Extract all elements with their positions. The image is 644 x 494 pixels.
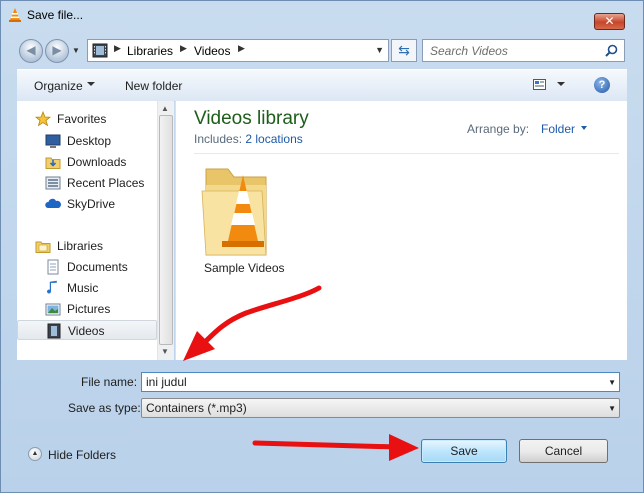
folder-label: Sample Videos — [204, 261, 285, 275]
nav-group-favorites[interactable]: Favorites — [17, 109, 157, 129]
sidebar-item-label: Desktop — [67, 134, 112, 148]
view-options-chevron-icon[interactable] — [557, 82, 565, 86]
arrow-left-icon: ◀ — [26, 43, 36, 57]
refresh-button[interactable]: ⇆ — [391, 39, 417, 62]
chevron-up-icon: ▲ — [28, 447, 42, 461]
sidebar-item-label: SkyDrive — [67, 197, 116, 211]
save-as-type-label: Save as type: — [68, 401, 141, 415]
breadcrumb-videos[interactable]: Videos — [194, 44, 230, 58]
content-pane: Videos library Includes: 2 locations Arr… — [175, 101, 627, 360]
recent-places-icon — [45, 176, 61, 190]
file-name-value: ini judul — [146, 375, 187, 389]
new-folder-button[interactable]: New folder — [125, 79, 182, 93]
file-name-label: File name: — [81, 375, 138, 389]
navigation-pane: Favorites Desktop Downloads Recent Place… — [17, 101, 172, 360]
library-title: Videos library — [194, 108, 309, 129]
scroll-up-icon[interactable]: ▲ — [161, 104, 169, 113]
chevron-down-icon[interactable] — [87, 82, 95, 86]
change-view-icon[interactable] — [533, 79, 546, 90]
divider — [194, 153, 619, 154]
search-icon[interactable] — [605, 44, 618, 57]
command-bar: Organize New folder ? — [17, 69, 627, 102]
sidebar-item-music[interactable]: Music — [17, 278, 157, 298]
nav-pane-scrollbar[interactable]: ▲ ▼ — [157, 101, 174, 360]
sidebar-item-label: Recent Places — [67, 176, 145, 190]
title-bar: Save file... ✕ — [1, 1, 643, 30]
sidebar-item-label: Pictures — [67, 302, 111, 316]
sidebar-item-label: Music — [67, 281, 99, 295]
library-includes: Includes: 2 locations — [194, 132, 303, 146]
arrow-right-icon: ▶ — [52, 43, 62, 57]
scrollbar-thumb[interactable] — [159, 115, 173, 345]
downloads-folder-icon — [45, 157, 61, 169]
address-bar[interactable]: ▶ Libraries ▶ Videos ▶ ▼ — [87, 39, 389, 62]
folder-item-sample-videos[interactable]: Sample Videos — [196, 161, 286, 281]
organize-button[interactable]: Organize — [34, 79, 83, 93]
breadcrumb-separator-icon[interactable]: ▶ — [114, 43, 121, 54]
sidebar-item-label: Downloads — [67, 155, 127, 169]
cancel-button[interactable]: Cancel — [519, 439, 608, 463]
save-as-type-select[interactable]: Containers (*.mp3) ▼ — [141, 398, 620, 418]
hide-folders-label: Hide Folders — [48, 448, 117, 462]
music-note-icon — [47, 280, 57, 294]
chevron-down-icon[interactable] — [581, 126, 587, 130]
search-input[interactable]: Search Videos — [422, 39, 625, 62]
back-button[interactable]: ◀ — [19, 39, 43, 63]
forward-button[interactable]: ▶ — [45, 39, 69, 63]
scroll-down-icon[interactable]: ▼ — [161, 347, 169, 356]
nav-group-label: Favorites — [57, 112, 107, 126]
chevron-down-icon[interactable]: ▼ — [608, 378, 616, 387]
address-dropdown-icon[interactable]: ▼ — [375, 45, 384, 55]
star-icon — [35, 111, 51, 127]
arrange-by-label: Arrange by: — [467, 122, 530, 136]
sidebar-item-documents[interactable]: Documents — [17, 257, 157, 277]
vlc-folder-icon — [201, 168, 267, 256]
sidebar-item-label: Videos — [68, 324, 105, 338]
help-icon[interactable]: ? — [594, 77, 610, 93]
sidebar-item-videos[interactable]: Videos — [17, 320, 157, 340]
close-button[interactable]: ✕ — [594, 13, 625, 30]
chevron-down-icon[interactable]: ▼ — [608, 404, 616, 413]
window-title: Save file... — [27, 8, 84, 22]
sidebar-item-label: Documents — [67, 260, 128, 274]
sidebar-item-skydrive[interactable]: SkyDrive — [17, 194, 157, 214]
nav-group-libraries[interactable]: Libraries — [17, 236, 157, 256]
sidebar-item-desktop[interactable]: Desktop — [17, 131, 157, 151]
includes-label: Includes: — [194, 132, 243, 146]
vlc-icon — [9, 8, 21, 22]
video-library-icon — [92, 43, 108, 58]
locations-link[interactable]: 2 locations — [245, 132, 302, 146]
nav-group-label: Libraries — [57, 239, 104, 253]
file-name-input[interactable]: ini judul ▼ — [141, 372, 620, 392]
refresh-icon: ⇆ — [398, 42, 410, 58]
sidebar-item-downloads[interactable]: Downloads — [17, 152, 157, 172]
recent-locations-dropdown[interactable]: ▼ — [72, 46, 80, 55]
pictures-icon — [45, 303, 61, 316]
documents-icon — [47, 259, 59, 275]
breadcrumb-separator-icon[interactable]: ▶ — [180, 43, 187, 54]
close-icon: ✕ — [604, 14, 615, 28]
desktop-icon — [45, 134, 61, 148]
cloud-icon — [45, 198, 61, 208]
save-file-dialog: Save file... ✕ ◀ ▶ ▼ ▶ Libraries ▶ Video… — [0, 0, 644, 493]
libraries-icon — [35, 241, 51, 253]
breadcrumb-separator-icon[interactable]: ▶ — [238, 43, 245, 54]
breadcrumb-libraries[interactable]: Libraries — [127, 44, 173, 58]
annotation-arrow-save — [252, 440, 400, 450]
sidebar-item-recent-places[interactable]: Recent Places — [17, 173, 157, 193]
arrange-by-dropdown[interactable]: Folder — [541, 122, 575, 136]
video-icon — [47, 323, 61, 339]
save-button[interactable]: Save — [421, 439, 507, 463]
arrow-head-icon — [389, 434, 419, 461]
save-as-type-value: Containers (*.mp3) — [146, 401, 247, 415]
sidebar-item-pictures[interactable]: Pictures — [17, 299, 157, 319]
search-placeholder: Search Videos — [430, 44, 508, 58]
